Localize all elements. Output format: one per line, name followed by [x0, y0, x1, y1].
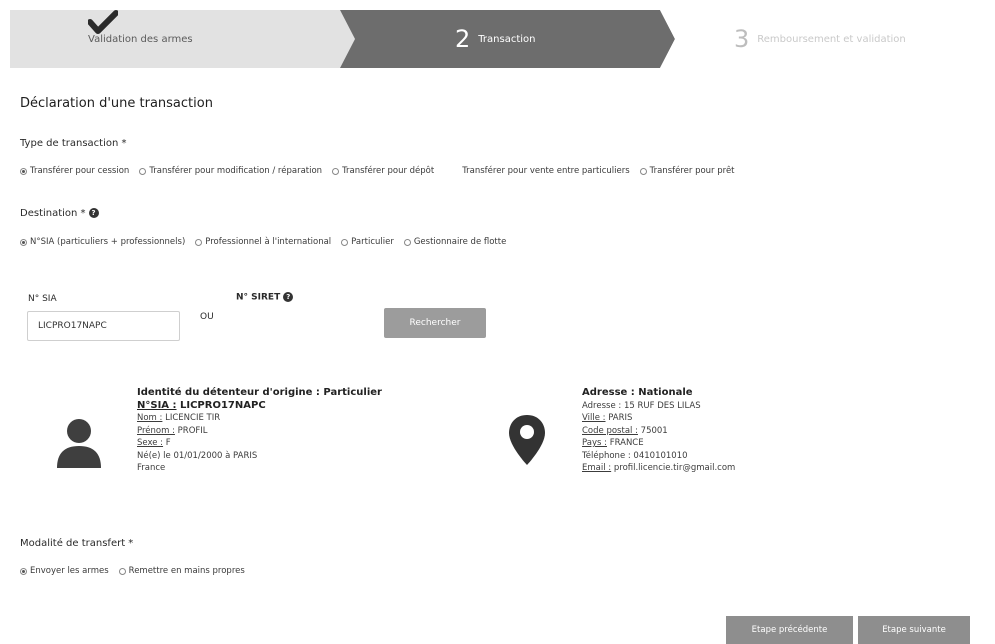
step-3-number: 3 [734, 25, 750, 53]
radio-button[interactable] [332, 167, 340, 175]
step-1-label: Validation des armes [88, 33, 193, 45]
radio-label: Particulier [351, 237, 394, 247]
radio-pret[interactable]: Transférer pour prêt [639, 166, 735, 176]
radio-label: N°SIA (particuliers + professionnels) [30, 237, 186, 247]
sia-input[interactable] [27, 311, 180, 341]
identity-block: Identité du détenteur d'origine : Partic… [137, 387, 382, 475]
radio-remettre[interactable]: Remettre en mains propres [118, 566, 245, 576]
previous-step-button[interactable]: Etape précédente [726, 616, 853, 644]
location-pin-icon [509, 415, 545, 465]
or-label: OU [200, 312, 214, 322]
help-icon[interactable]: ? [88, 208, 99, 218]
address-block: Adresse : Nationale Adresse : 15 RUF DES… [582, 387, 735, 475]
radio-button[interactable] [341, 238, 349, 246]
help-icon[interactable]: ? [283, 292, 294, 302]
radio-international[interactable]: Professionnel à l'international [195, 237, 331, 247]
progress-stepper: Validation des armes 2 Transaction 3 Rem… [10, 10, 985, 68]
radio-label: Remettre en mains propres [128, 566, 245, 576]
destination-label-text: Destination * [20, 208, 86, 219]
radio-label: Transférer pour prêt [649, 166, 735, 176]
identity-header: Identité du détenteur d'origine : Partic… [137, 387, 382, 398]
sia-label: N° SIA [28, 294, 57, 304]
destination-group: N°SIA (particuliers + professionnels) Pr… [20, 237, 516, 247]
radio-particulier[interactable]: Particulier [341, 237, 394, 247]
identity-prenom: Prénom : PROFIL [137, 425, 208, 436]
checkmark-icon [88, 10, 118, 34]
address-header: Adresse : Nationale [582, 387, 693, 398]
address-line: Adresse : 15 RUF DES LILAS [582, 400, 701, 411]
radio-button[interactable] [403, 238, 411, 246]
step-remboursement: 3 Remboursement et validation [734, 10, 906, 68]
page-title: Déclaration d'une transaction [20, 96, 213, 111]
identity-birth: Né(e) le 01/01/2000 à PARIS [137, 450, 258, 461]
step-2-label: Transaction [478, 33, 536, 45]
radio-button[interactable] [20, 238, 27, 246]
siret-label: N° SIRET? [236, 292, 294, 303]
siret-label-text: N° SIRET [236, 292, 281, 303]
address-cp: Code postal : 75001 [582, 425, 668, 436]
search-button[interactable]: Rechercher [384, 308, 486, 338]
radio-button[interactable] [139, 167, 147, 175]
step-validation: Validation des armes [88, 10, 193, 68]
radio-button[interactable] [195, 238, 203, 246]
radio-label: Transférer pour dépôt [342, 166, 435, 176]
transaction-type-label: Type de transaction * [20, 138, 127, 149]
next-step-button[interactable]: Etape suivante [858, 616, 970, 644]
identity-sexe: Sexe : F [137, 438, 171, 448]
destination-label: Destination *? [20, 208, 99, 219]
radio-button[interactable] [20, 567, 27, 575]
address-email: Email : profil.licencie.tir@gmail.com [582, 463, 736, 473]
radio-label: Transférer pour modification / réparatio… [149, 166, 323, 176]
radio-label: Transférer pour vente entre particuliers [462, 166, 630, 176]
step-2-number: 2 [455, 25, 471, 53]
radio-label: Gestionnaire de flotte [413, 237, 507, 247]
identity-nom: Nom : LICENCIE TIR [137, 413, 221, 423]
radio-vente[interactable]: Transférer pour vente entre particuliers [462, 166, 629, 176]
radio-button[interactable] [20, 167, 27, 175]
transfer-mode-group: Envoyer les armes Remettre en mains prop… [20, 566, 255, 576]
radio-label: Transférer pour cession [30, 166, 130, 176]
radio-modification[interactable]: Transférer pour modification / réparatio… [139, 166, 322, 176]
step-3-label: Remboursement et validation [757, 33, 906, 45]
transfer-mode-label: Modalité de transfert * [20, 538, 134, 549]
radio-nsia[interactable]: N°SIA (particuliers + professionnels) [20, 237, 185, 247]
radio-cession[interactable]: Transférer pour cession [20, 166, 129, 176]
address-ville: Ville : PARIS [582, 413, 633, 423]
identity-country: France [137, 463, 166, 473]
radio-label: Professionnel à l'international [205, 237, 332, 247]
radio-button[interactable] [118, 567, 126, 575]
radio-button[interactable] [639, 167, 647, 175]
radio-depot[interactable]: Transférer pour dépôt [332, 166, 434, 176]
step-transaction: 2 Transaction [455, 10, 536, 68]
radio-envoyer[interactable]: Envoyer les armes [20, 566, 109, 576]
user-icon [57, 419, 101, 468]
radio-label: Envoyer les armes [30, 566, 109, 576]
radio-flotte[interactable]: Gestionnaire de flotte [403, 237, 507, 247]
address-tel: Téléphone : 0410101010 [582, 450, 688, 461]
address-pays: Pays : FRANCE [582, 438, 644, 448]
identity-sia: N°SIA : LICPRO17NAPC [137, 399, 266, 411]
transaction-type-group: Transférer pour cession Transférer pour … [20, 166, 745, 176]
